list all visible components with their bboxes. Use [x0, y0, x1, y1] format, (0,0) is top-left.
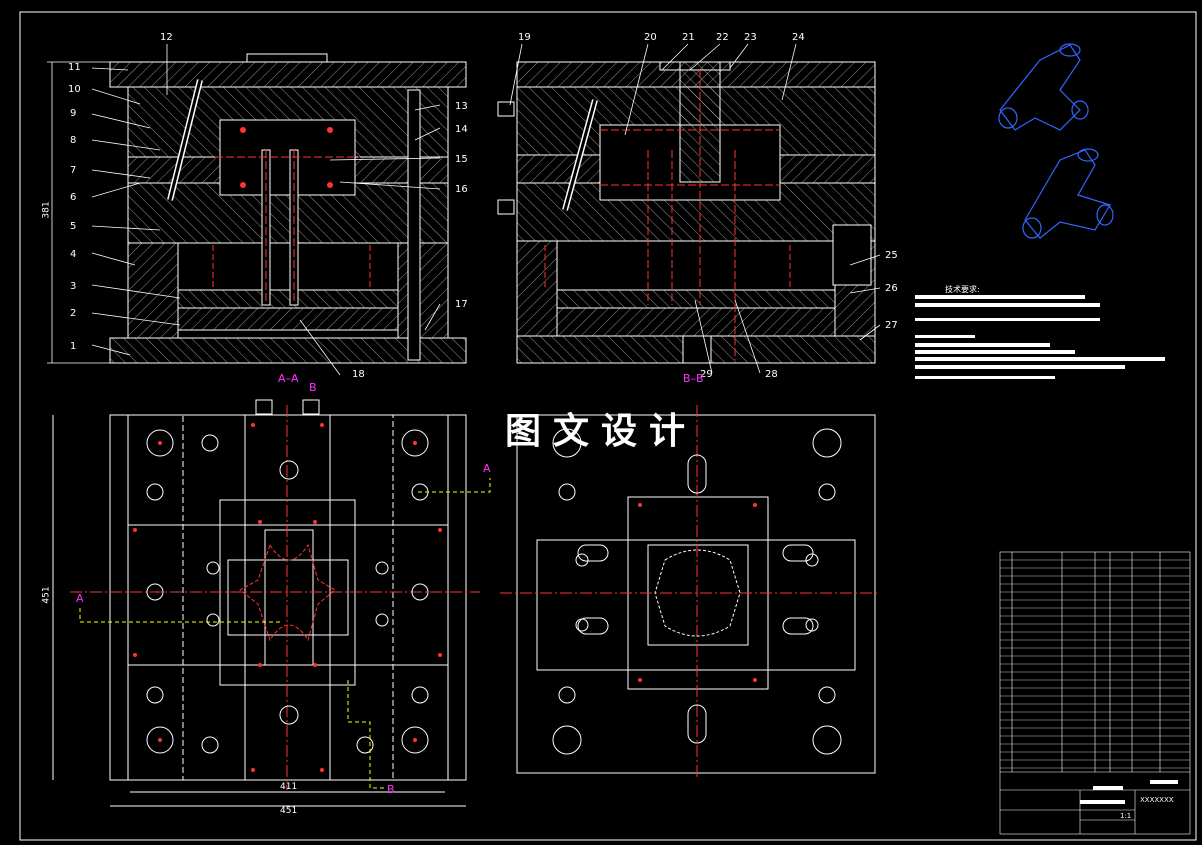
part-label-2: 2	[70, 308, 77, 319]
dimension-bottom-width: 451	[280, 806, 298, 816]
part-label-13: 13	[455, 101, 468, 112]
part-label-22: 22	[716, 32, 729, 43]
cut-mark-b-top: B	[309, 381, 317, 394]
part-label-7: 7	[70, 165, 77, 176]
technical-notes-title: 技术要求:	[945, 285, 980, 294]
part-label-25: 25	[885, 250, 898, 261]
part-label-26: 26	[885, 283, 898, 294]
part-label-27: 27	[885, 320, 898, 331]
part-label-17: 17	[455, 299, 468, 310]
part-label-15: 15	[455, 154, 468, 165]
drawing-scale: 1:1	[1120, 812, 1132, 820]
part-label-10: 10	[68, 84, 81, 95]
part-label-23: 23	[744, 32, 757, 43]
part-label-28: 28	[765, 369, 778, 380]
drawing-number: XXXXXXX	[1140, 796, 1174, 804]
title-block-bar	[1150, 780, 1178, 784]
part-label-12: 12	[160, 32, 173, 43]
part-label-21: 21	[682, 32, 695, 43]
title-block-bar	[1080, 800, 1125, 804]
part-label-8: 8	[70, 135, 77, 146]
part-label-5: 5	[70, 221, 77, 232]
cut-mark-b-bottom: B	[387, 783, 395, 796]
section-view-aa	[109, 53, 467, 364]
section-title-aa: A–A	[278, 372, 299, 385]
cut-mark-a-left: A	[76, 592, 84, 605]
dimension-plan-height: 451	[41, 586, 52, 604]
part-label-14: 14	[455, 124, 468, 135]
part-label-20: 20	[644, 32, 657, 43]
plan-view-moving-half	[52, 399, 491, 807]
watermark-text: 图文设计	[505, 410, 698, 452]
part-label-18: 18	[352, 369, 365, 380]
isometric-part-views	[998, 43, 1114, 239]
bill-of-materials	[999, 551, 1191, 835]
dimension-height: 381	[41, 201, 52, 219]
part-label-11: 11	[68, 62, 81, 73]
part-label-3: 3	[70, 281, 77, 292]
part-label-19: 19	[518, 32, 531, 43]
technical-notes	[915, 295, 1165, 379]
part-label-16: 16	[455, 184, 468, 195]
part-label-4: 4	[70, 249, 77, 260]
section-view-bb	[497, 61, 876, 364]
section-title-bb: B–B	[683, 372, 704, 385]
part-label-6: 6	[70, 192, 77, 203]
part-label-9: 9	[70, 108, 77, 119]
plan-view-fixed-half	[500, 405, 880, 780]
part-label-24: 24	[792, 32, 805, 43]
title-block-bar	[1093, 786, 1123, 790]
part-label-1: 1	[70, 341, 77, 352]
cut-mark-a-right: A	[483, 462, 491, 475]
dimension-inner-width: 411	[280, 782, 298, 792]
